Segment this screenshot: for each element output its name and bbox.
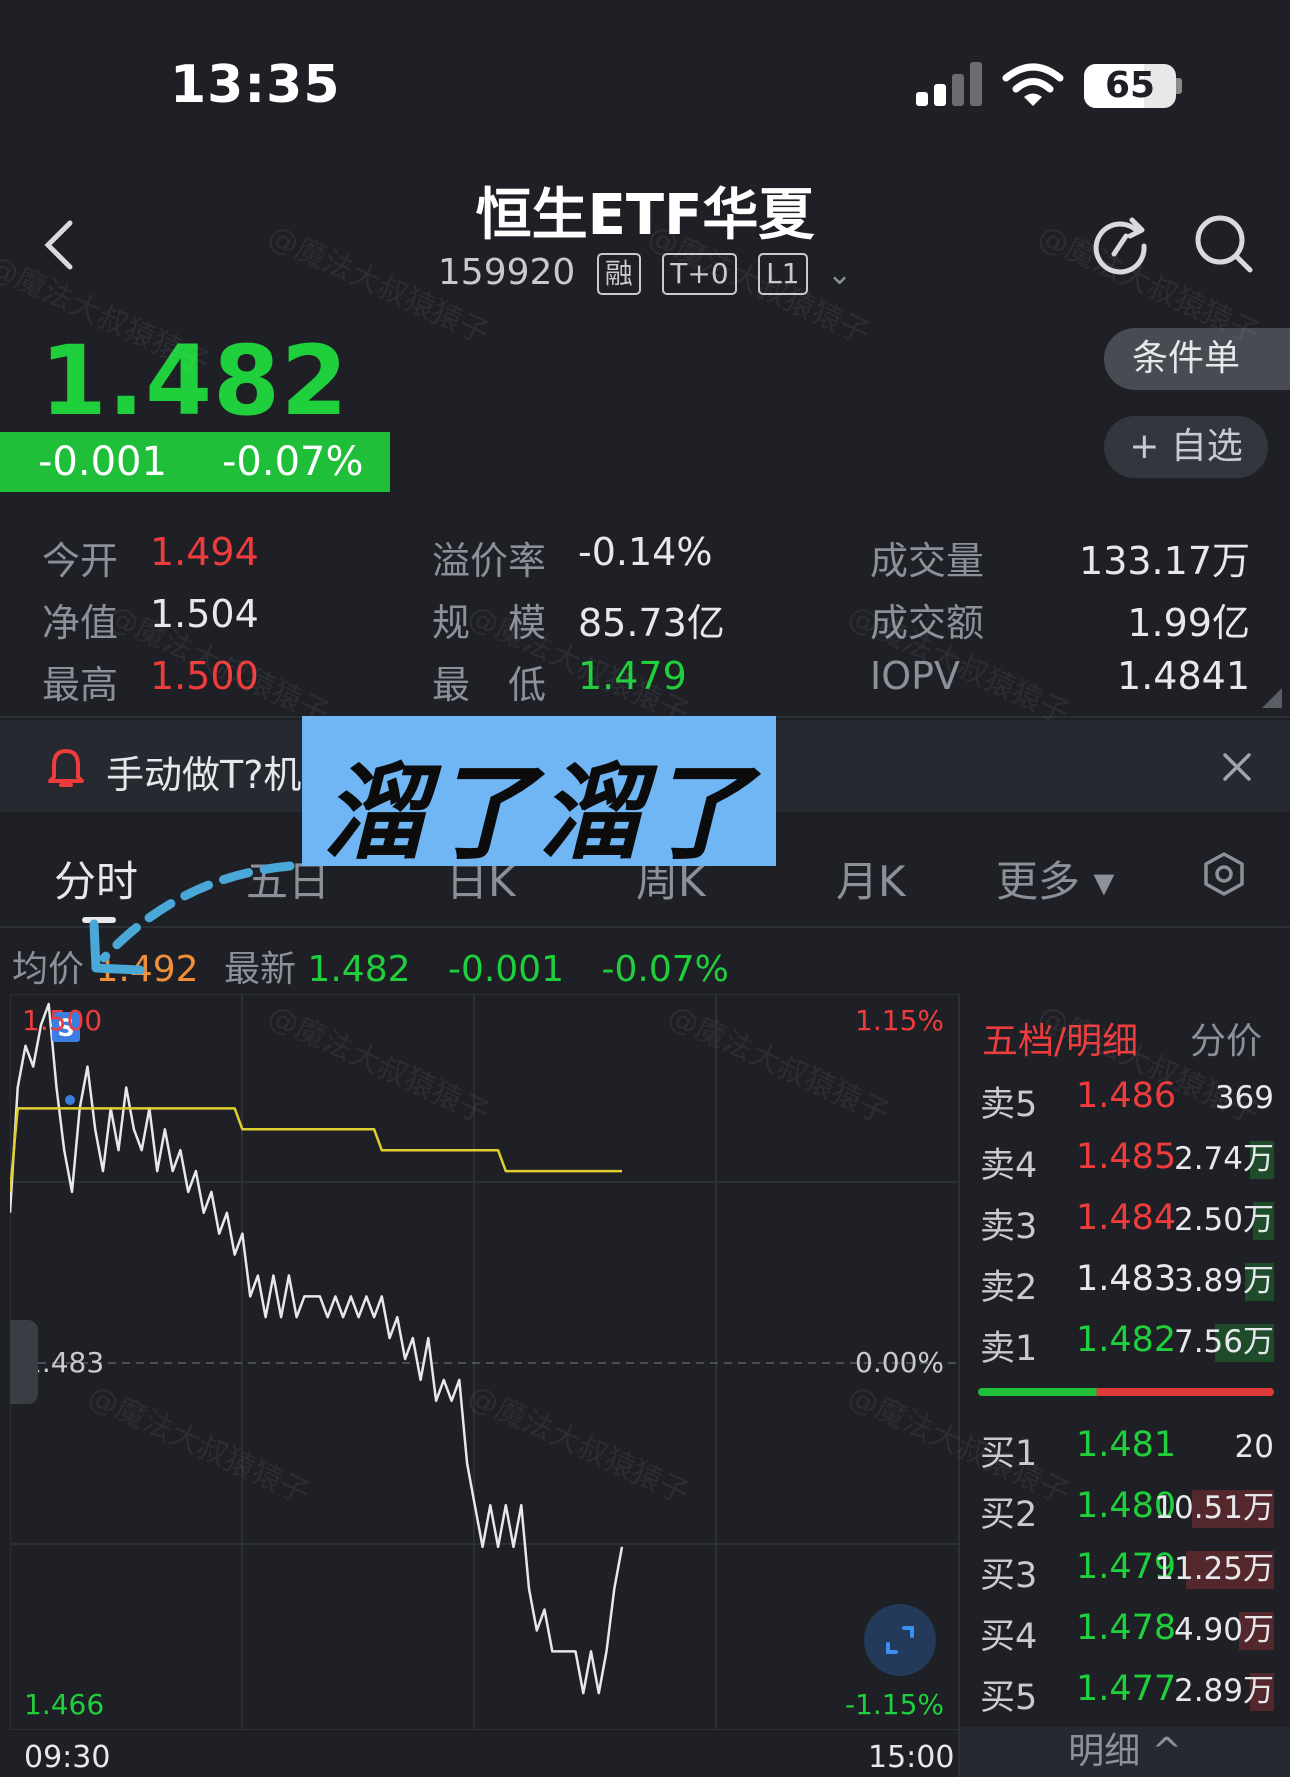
detail-toggle[interactable]: 明细 ^ — [960, 1727, 1290, 1777]
bell-icon — [48, 749, 84, 787]
close-icon[interactable] — [1222, 752, 1252, 782]
sticker-overlay: 溜了溜了 — [302, 716, 776, 874]
price-change: -0.001 — [38, 439, 167, 485]
y-right-top-label: 1.15% — [855, 1004, 944, 1037]
level-label: 卖1 — [980, 1329, 1038, 1369]
ask-row[interactable]: 卖2 1.483 3.89万 — [980, 1259, 1274, 1308]
level-price: 1.478 — [1076, 1608, 1177, 1648]
latest-value: 1.482 — [307, 949, 411, 990]
x-start-label: 09:30 — [24, 1740, 111, 1775]
cellular-signal-icon — [916, 62, 982, 106]
tab-monthly-k[interactable]: 月K — [836, 848, 906, 909]
level-volume: 20 — [1234, 1429, 1274, 1465]
tab-more[interactable]: 更多 ▾ — [996, 848, 1114, 909]
chart-side-handle[interactable] — [10, 1320, 38, 1404]
stat-label: 最高 — [42, 663, 119, 707]
ask-row[interactable]: 卖1 1.482 7.56万 — [980, 1320, 1274, 1369]
y-left-bottom-label: 1.466 — [24, 1688, 104, 1721]
ask-row[interactable]: 卖3 1.484 2.50万 — [980, 1198, 1274, 1247]
level-volume: 2.74万 — [1173, 1141, 1274, 1177]
level-volume: 10.51万 — [1154, 1490, 1274, 1526]
battery-cap — [1176, 78, 1182, 94]
wifi-icon — [1002, 63, 1064, 106]
change-box: -0.001 -0.07% — [0, 432, 390, 492]
stat-value: 85.73亿 — [578, 601, 725, 645]
condition-order-button[interactable]: 条件单 — [1104, 328, 1290, 390]
notice-text: 手动做T?机 — [106, 753, 302, 797]
search-icon[interactable] — [1192, 212, 1256, 276]
level-price: 1.477 — [1076, 1669, 1177, 1709]
level-label: 卖5 — [980, 1085, 1038, 1125]
tag-margin: 融 — [596, 253, 641, 295]
level-volume: 2.50万 — [1173, 1202, 1274, 1238]
battery-level: 65 — [1104, 65, 1156, 106]
settings-icon[interactable] — [1202, 852, 1246, 896]
stat-value: 1.99亿 — [1127, 601, 1250, 645]
stat-label: 溢价率 — [432, 539, 547, 583]
battery-icon: 65 — [1084, 64, 1176, 108]
chevron-down-icon[interactable]: ⌄ — [827, 257, 852, 292]
stat-value: 1.4841 — [1117, 654, 1250, 698]
y-left-top-label: 1.500 — [22, 1004, 102, 1037]
security-code: 159920 — [437, 252, 576, 293]
level-volume: 11.25万 — [1154, 1551, 1274, 1587]
orderbook-mode[interactable]: 分价 — [1190, 1012, 1262, 1064]
stat-label: 成交量 — [870, 539, 985, 583]
sticker-text: 溜了溜了 — [322, 752, 755, 874]
stat-value: 133.17万 — [1079, 539, 1250, 583]
fullscreen-icon[interactable] — [864, 1604, 936, 1676]
stat-value: -0.14% — [578, 530, 713, 574]
buy-sell-ratio-bar — [978, 1388, 1274, 1396]
price-change-pct: -0.07% — [222, 439, 364, 485]
latest-change: -0.001 — [447, 949, 565, 990]
bid-row[interactable]: 买5 1.477 2.89万 — [980, 1669, 1274, 1718]
stat-value: 1.494 — [150, 530, 259, 574]
status-time: 13:35 — [170, 55, 341, 115]
average-line — [10, 1107, 622, 1193]
level-label: 卖3 — [980, 1207, 1038, 1247]
stat-label: 今开 — [42, 539, 119, 583]
level-label: 卖4 — [980, 1146, 1038, 1186]
level-price: 1.482 — [1076, 1320, 1177, 1360]
level-volume: 2.89万 — [1173, 1673, 1274, 1709]
level-volume: 7.56万 — [1173, 1324, 1274, 1360]
level-label: 买4 — [980, 1617, 1038, 1657]
level-label: 买5 — [980, 1678, 1038, 1718]
ask-row[interactable]: 卖4 1.485 2.74万 — [980, 1137, 1274, 1186]
level-label: 卖2 — [980, 1268, 1038, 1308]
expand-corner-icon[interactable] — [1262, 688, 1282, 708]
level-label: 买3 — [980, 1556, 1038, 1596]
level-price: 1.485 — [1076, 1137, 1177, 1177]
level-volume: 3.89万 — [1173, 1263, 1274, 1299]
level-price: 1.484 — [1076, 1198, 1177, 1238]
bid-row[interactable]: 买4 1.478 4.90万 — [980, 1608, 1274, 1657]
orderbook-divider — [958, 994, 960, 1777]
y-right-bottom-label: -1.15% — [845, 1688, 944, 1721]
level-price: 1.481 — [1076, 1425, 1177, 1465]
latest-change-pct: -0.07% — [601, 949, 729, 990]
level-volume: 4.90万 — [1173, 1612, 1274, 1648]
level-price: 1.483 — [1076, 1259, 1177, 1299]
bid-row[interactable]: 买3 1.479 11.25万 — [980, 1547, 1274, 1596]
add-watchlist-button[interactable]: + 自选 — [1104, 416, 1268, 478]
x-end-label: 15:00 — [868, 1740, 955, 1775]
annotation-arrow — [89, 861, 295, 975]
